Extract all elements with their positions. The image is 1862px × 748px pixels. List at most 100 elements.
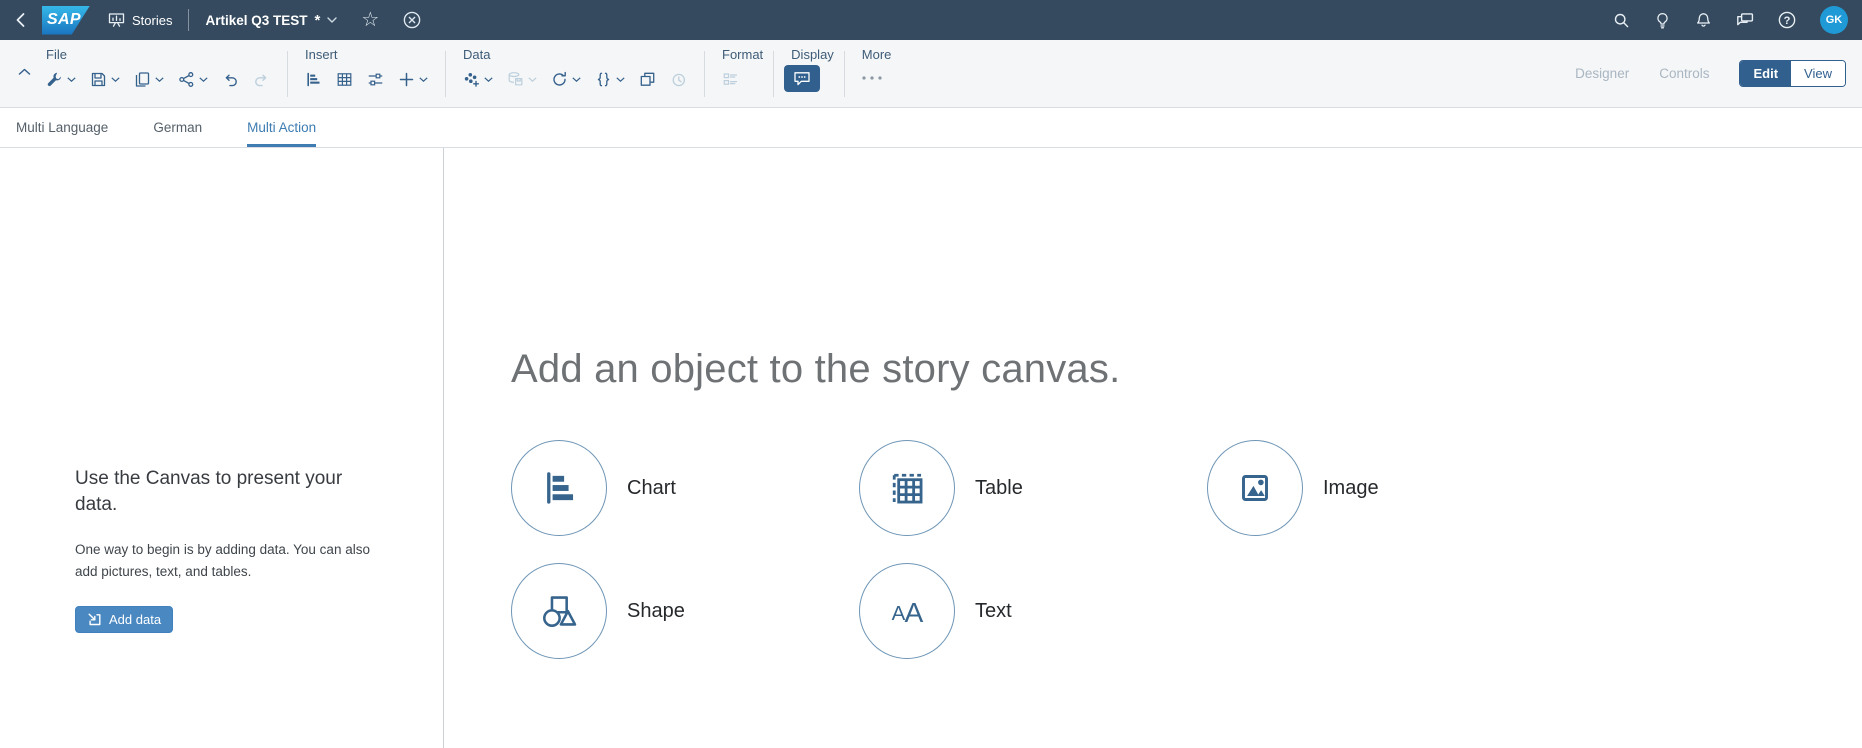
comment-mode-button[interactable]	[784, 65, 820, 92]
close-icon	[403, 11, 421, 29]
unsaved-indicator: *	[315, 12, 321, 29]
collapse-toolbar-button[interactable]	[10, 68, 39, 75]
formula-button[interactable]	[588, 65, 632, 94]
refresh-button[interactable]	[544, 65, 588, 94]
star-icon: ☆	[361, 10, 379, 30]
canvas-hint-panel: Use the Canvas to present your data. One…	[0, 148, 444, 748]
table-object-circle	[859, 440, 955, 536]
format-section-label: Format	[722, 47, 763, 62]
avatar[interactable]: GK	[1820, 6, 1848, 34]
toolbar-section-format: Format	[715, 40, 763, 107]
add-text-object[interactable]: AA Text	[859, 563, 1207, 659]
chevron-down-icon	[616, 77, 625, 82]
chat-icon	[1736, 12, 1754, 28]
tab-multi-action[interactable]: Multi Action	[247, 108, 316, 147]
view-mode-button[interactable]: View	[1791, 61, 1845, 86]
stories-nav[interactable]: Stories	[108, 12, 172, 28]
chevron-down-icon	[484, 77, 493, 82]
more-button[interactable]	[855, 65, 889, 91]
help-icon: ?	[1778, 11, 1796, 29]
story-title: Artikel Q3 TEST	[205, 13, 307, 28]
chevron-down-icon	[528, 77, 537, 82]
format-button[interactable]	[715, 65, 746, 94]
redo-button[interactable]	[246, 65, 277, 94]
designer-button[interactable]: Designer	[1575, 66, 1629, 81]
page-tab-bar: Multi Language German Multi Action	[0, 108, 1862, 148]
chevron-down-icon	[327, 17, 337, 23]
add-table-object[interactable]: Table	[859, 440, 1207, 536]
bar-chart-icon	[536, 465, 582, 511]
avatar-initials: GK	[1826, 14, 1843, 26]
undo-icon	[222, 71, 239, 88]
top-bar: SAP Stories Artikel Q3 TEST * ☆	[0, 0, 1862, 40]
add-chart-object[interactable]: Chart	[511, 440, 859, 536]
duplicate-icon	[134, 71, 151, 88]
object-row-1: Chart Table Image	[511, 440, 1862, 536]
more-section-label: More	[862, 47, 892, 62]
share-button[interactable]	[171, 65, 215, 94]
sac-story-editor: SAP Stories Artikel Q3 TEST * ☆	[0, 0, 1862, 748]
object-label: Chart	[627, 477, 676, 500]
story-title-menu[interactable]: Artikel Q3 TEST *	[205, 12, 337, 29]
controls-button[interactable]: Controls	[1659, 66, 1709, 81]
file-section-label: File	[46, 47, 277, 62]
insert-table-button[interactable]	[329, 65, 360, 94]
tab-multi-language[interactable]: Multi Language	[16, 108, 108, 147]
dataset-icon	[507, 71, 524, 88]
close-story-button[interactable]	[403, 11, 421, 29]
add-data-label: Add data	[109, 612, 161, 627]
favorite-button[interactable]: ☆	[361, 10, 379, 30]
tools-button[interactable]	[39, 65, 83, 94]
chevron-down-icon	[67, 77, 76, 82]
search-button[interactable]	[1613, 12, 1630, 29]
linked-widgets-button[interactable]	[632, 65, 663, 94]
image-icon	[1232, 465, 1278, 511]
toolbar-divider	[704, 51, 705, 97]
table-grid-icon	[336, 71, 353, 88]
insert-chart-button[interactable]	[298, 65, 329, 94]
dataset-button[interactable]	[500, 65, 544, 94]
add-shape-object[interactable]: Shape	[511, 563, 859, 659]
svg-text:A: A	[904, 597, 923, 628]
import-data-icon	[87, 612, 102, 627]
input-control-icon	[367, 71, 384, 88]
help-button[interactable]: ?	[1778, 11, 1796, 29]
edit-mode-button[interactable]: Edit	[1740, 61, 1791, 86]
discussions-button[interactable]	[1736, 12, 1754, 28]
duplicate-button[interactable]	[127, 65, 171, 94]
add-data-button[interactable]: Add data	[75, 606, 173, 633]
toolbar-divider	[773, 51, 774, 97]
notifications-button[interactable]	[1695, 12, 1712, 29]
hint-heading: Use the Canvas to present your data.	[75, 466, 375, 517]
add-data-icon	[463, 71, 480, 88]
tab-german[interactable]: German	[153, 108, 202, 147]
history-button[interactable]	[663, 65, 694, 94]
shape-icon	[536, 588, 582, 634]
data-section-label: Data	[463, 47, 694, 62]
chart-object-circle	[511, 440, 607, 536]
search-icon	[1613, 12, 1630, 29]
back-button[interactable]	[14, 12, 28, 28]
svg-text:?: ?	[1784, 15, 1791, 27]
edit-view-toggle: Edit View	[1739, 60, 1846, 87]
stories-label: Stories	[132, 13, 172, 28]
shape-object-circle	[511, 563, 607, 659]
toolbar-divider	[844, 51, 845, 97]
table-grid-icon	[884, 465, 930, 511]
sap-logo-text: SAP	[47, 11, 81, 29]
collapse-toolbar-icon	[18, 68, 31, 75]
assistant-button[interactable]	[1654, 12, 1671, 29]
add-data-toolbar-button[interactable]	[456, 65, 500, 94]
toolbar-section-more: More	[855, 40, 892, 107]
toolbar-section-file: File	[39, 40, 277, 107]
insert-more-button[interactable]	[391, 65, 435, 94]
lightbulb-icon	[1654, 12, 1671, 29]
add-image-object[interactable]: Image	[1207, 440, 1555, 536]
undo-button[interactable]	[215, 65, 246, 94]
chevron-down-icon	[155, 77, 164, 82]
toolbar-divider	[445, 51, 446, 97]
main-toolbar: File	[0, 40, 1862, 108]
insert-input-control-button[interactable]	[360, 65, 391, 94]
save-button[interactable]	[83, 65, 127, 94]
bar-chart-icon	[305, 71, 322, 88]
